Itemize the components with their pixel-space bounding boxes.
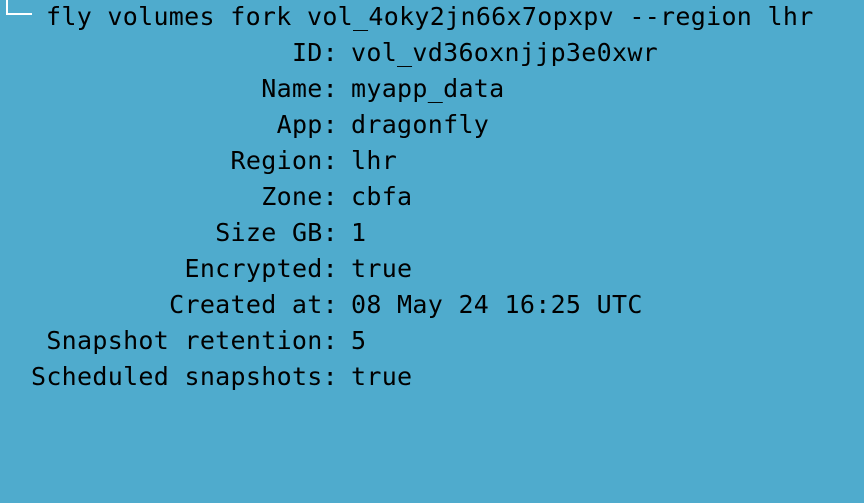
field-value: true [351,254,413,283]
field-label: Zone: [261,182,338,211]
field-row-zone: Zone: cbfa [0,179,864,215]
field-value: cbfa [351,182,413,211]
field-label: Encrypted: [184,254,338,283]
field-label: App: [276,110,338,139]
field-row-region: Region: lhr [0,143,864,179]
field-value: lhr [351,146,398,175]
field-row-scheduled-snapshots: Scheduled snapshots: true [0,359,864,395]
terminal-window: fly volumes fork vol_4oky2jn66x7opxpv --… [0,0,864,402]
field-value: dragonfly [351,110,490,139]
field-value: vol_vd36oxnjjp3e0xwr [351,38,659,67]
field-label: Name: [261,74,338,103]
volume-details: ID: vol_vd36oxnjjp3e0xwr Name: myapp_dat… [0,35,864,395]
field-label: Snapshot retention: [46,326,338,355]
field-label: Created at: [169,290,338,319]
tree-corner-icon [6,0,32,15]
field-label: Region: [230,146,338,175]
field-row-created-at: Created at: 08 May 24 16:25 UTC [0,287,864,323]
field-row-size: Size GB: 1 [0,215,864,251]
field-value: true [351,362,413,391]
field-row-app: App: dragonfly [0,107,864,143]
field-row-id: ID: vol_vd36oxnjjp3e0xwr [0,35,864,71]
field-value: 1 [351,218,367,247]
field-value: myapp_data [351,74,505,103]
field-label: ID: [291,38,338,67]
command-line: fly volumes fork vol_4oky2jn66x7opxpv --… [0,0,864,34]
field-value: 5 [351,326,367,355]
command-text: fly volumes fork vol_4oky2jn66x7opxpv --… [46,2,814,31]
field-label: Scheduled snapshots: [30,362,338,391]
field-row-snapshot-retention: Snapshot retention: 5 [0,323,864,359]
field-row-encrypted: Encrypted: true [0,251,864,287]
field-label: Size GB: [215,218,338,247]
field-row-name: Name: myapp_data [0,71,864,107]
field-value: 08 May 24 16:25 UTC [351,290,643,319]
